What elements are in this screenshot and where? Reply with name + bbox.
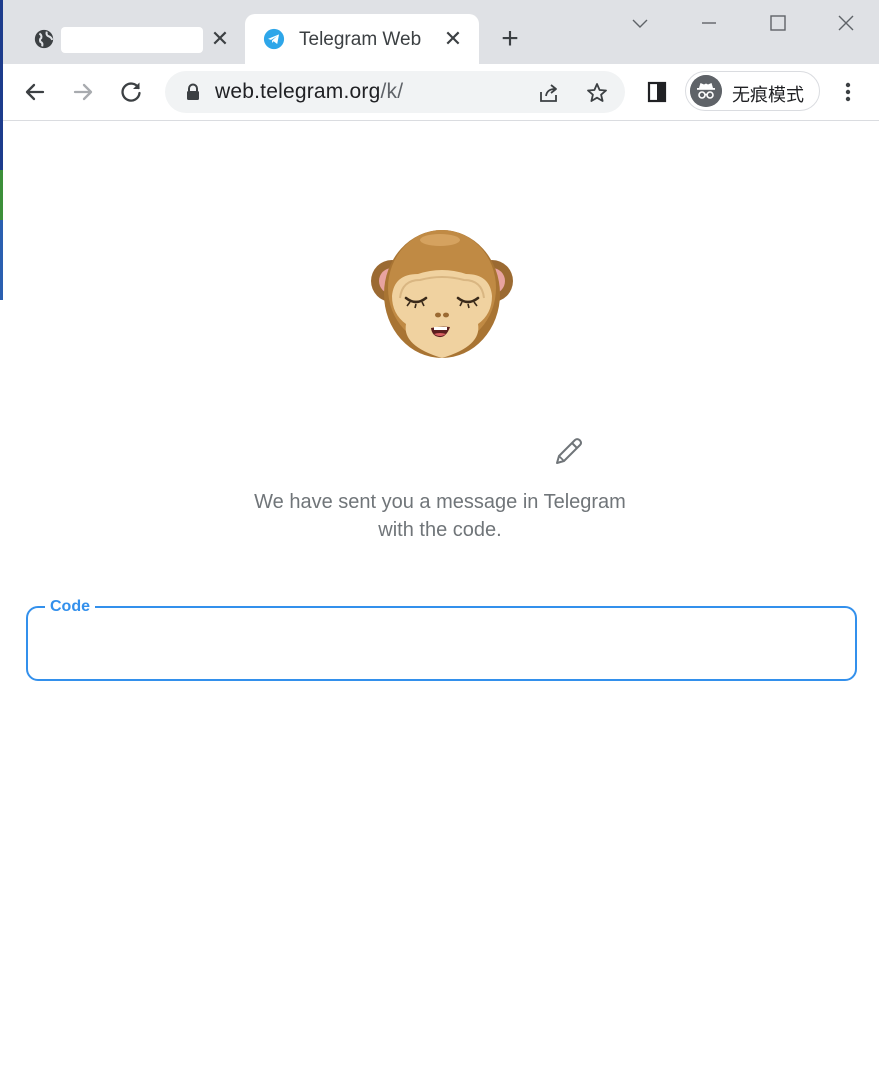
maximize-icon[interactable] — [765, 10, 791, 36]
url-path: /k/ — [380, 80, 404, 103]
telegram-icon — [263, 28, 285, 50]
minimize-icon[interactable] — [696, 10, 722, 36]
close-window-icon[interactable] — [833, 10, 859, 36]
address-bar[interactable]: web.telegram.org/k/ — [165, 71, 625, 113]
close-tab-icon[interactable]: ✕ — [208, 27, 232, 51]
side-panel-icon[interactable] — [643, 78, 671, 106]
lock-icon[interactable] — [185, 83, 201, 101]
edit-pencil-icon[interactable] — [552, 434, 586, 468]
forward-arrow-icon[interactable] — [69, 78, 97, 106]
code-field-label: Code — [45, 597, 95, 617]
tab-strip: ✕ Telegram Web ✕ + — [3, 0, 879, 64]
close-tab-icon[interactable]: ✕ — [441, 27, 465, 51]
browser-toolbar: web.telegram.org/k/ 无痕模式 — [3, 64, 879, 121]
back-arrow-icon[interactable] — [21, 78, 49, 106]
monkey-sticker — [371, 230, 513, 358]
code-sent-message: We have sent you a message in Telegram w… — [200, 488, 680, 544]
phone-number — [358, 434, 388, 440]
url-host: web.telegram.org — [215, 80, 381, 103]
incognito-indicator[interactable]: 无痕模式 — [685, 71, 820, 111]
tab-inactive[interactable]: ✕ — [19, 14, 244, 64]
url-text[interactable]: web.telegram.org/k/ — [215, 80, 403, 104]
share-icon[interactable] — [537, 81, 561, 105]
reload-icon[interactable] — [117, 78, 145, 106]
code-input[interactable] — [44, 626, 838, 664]
desktop-edge — [0, 0, 3, 1069]
globe-icon — [34, 29, 54, 49]
subtitle-line-1: We have sent you a message in Telegram — [254, 491, 626, 513]
bookmark-star-icon[interactable] — [585, 81, 609, 105]
new-tab-button[interactable]: + — [497, 24, 523, 54]
tab-telegram-web[interactable]: Telegram Web ✕ — [245, 14, 479, 64]
tab-title-redacted — [61, 27, 203, 53]
tab-search-chevron-icon[interactable] — [627, 10, 653, 36]
more-menu-icon[interactable] — [834, 78, 862, 106]
incognito-icon — [690, 75, 722, 107]
incognito-label: 无痕模式 — [732, 85, 804, 106]
tab-title: Telegram Web — [299, 29, 422, 50]
subtitle-line-2: with the code. — [378, 519, 502, 541]
